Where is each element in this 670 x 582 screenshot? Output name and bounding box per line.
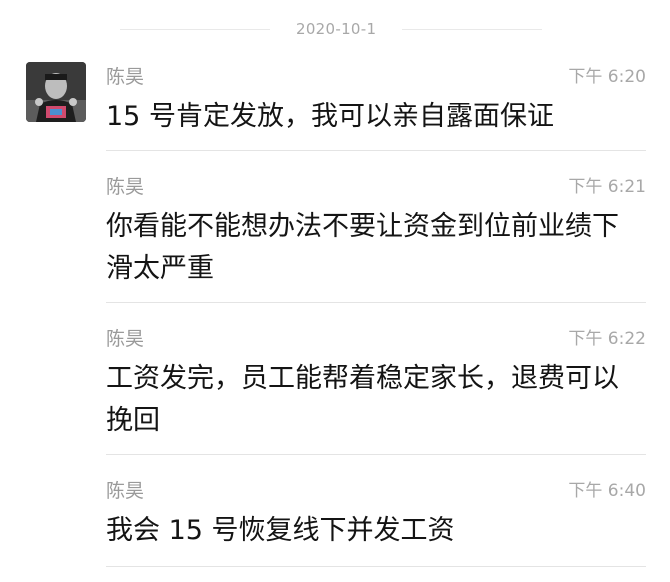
date-separator-text: 2020-10-1 [296,20,377,38]
date-separator: 2020-10-1 [0,0,670,56]
message-sender: 陈昊 [106,328,145,350]
message-time: 下午 6:40 [568,481,646,501]
message-time: 下午 6:22 [568,329,646,349]
message-sender: 陈昊 [106,66,145,88]
avatar-photo-icon [26,62,86,122]
message-divider [106,150,646,151]
message-text: 工资发完，员工能帮着稳定家长，退费可以挽回 [106,363,619,436]
message-text: 15 号肯定发放，我可以亲自露面保证 [106,101,554,132]
message-time: 下午 6:20 [568,67,646,87]
message-sender: 陈昊 [106,176,145,198]
sender-avatar[interactable] [26,62,86,122]
message-divider [106,566,646,567]
message-text: 你看能不能想办法不要让资金到位前业绩下滑太严重 [106,211,619,284]
message-time: 下午 6:21 [568,177,646,197]
message-item[interactable]: 陈昊 下午 6:22 工资发完，员工能帮着稳定家长，退费可以挽回 [106,324,646,436]
message-item[interactable]: 陈昊 下午 6:21 你看能不能想办法不要让资金到位前业绩下滑太严重 [106,172,646,284]
date-separator-line-left [120,29,270,30]
message-divider [106,454,646,455]
message-item[interactable]: 陈昊 下午 6:40 我会 15 号恢复线下并发工资 [106,476,646,556]
message-text: 我会 15 号恢复线下并发工资 [106,515,455,546]
message-divider [106,302,646,303]
date-separator-line-right [402,29,542,30]
message-sender: 陈昊 [106,480,145,502]
message-item[interactable]: 陈昊 下午 6:20 15 号肯定发放，我可以亲自露面保证 [106,62,646,132]
